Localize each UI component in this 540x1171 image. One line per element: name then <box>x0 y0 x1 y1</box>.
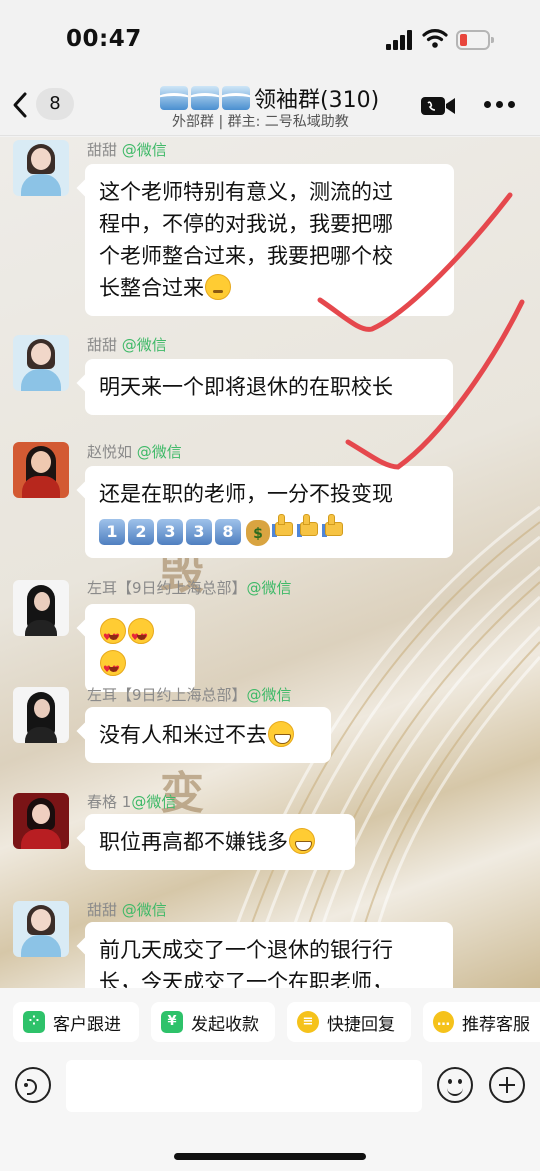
start-payment-button[interactable]: ¥ 发起收款 <box>151 1002 275 1042</box>
message-text-line: 没有人和米过不去 <box>99 719 317 751</box>
wifi-icon <box>422 29 448 48</box>
sender-name: 甜甜 @微信 <box>87 141 167 159</box>
message-text-line: 个老师整合过来，我要把哪个校 <box>99 244 393 268</box>
quick-action-toolbar: ⁘ 客户跟进 ¥ 发起收款 ≡ 快捷回复 … 推荐客服 <box>0 988 540 1058</box>
message-input-bar <box>0 1058 540 1171</box>
message-bubble[interactable] <box>85 604 195 692</box>
sender-name: 左耳【9日约上海总部】@微信 <box>87 686 292 704</box>
group-title: 领袖群(310) <box>254 88 380 113</box>
message-text-line: 职位再高都不嫌钱多 <box>99 826 341 858</box>
keycap-digit-icon: 8 <box>215 519 241 545</box>
keycap-digit-icon: 1 <box>99 519 125 545</box>
more-options-icon[interactable] <box>484 101 516 109</box>
clock-time: 00:47 <box>66 26 142 52</box>
thinking-face-emoji-icon <box>205 274 231 300</box>
cellular-signal-icon <box>386 30 416 50</box>
keycap-digit-icon: 2 <box>128 519 154 545</box>
sender-name: 春格 1@微信 <box>87 793 177 811</box>
money-bag-icon: $ <box>246 520 270 546</box>
message-text-line: 长，今天成交了一个在职老师， <box>99 970 393 988</box>
recommend-service-button[interactable]: … 推荐客服 <box>423 1002 540 1042</box>
avatar[interactable] <box>13 793 69 849</box>
sender-name: 甜甜 @微信 <box>87 336 167 354</box>
avatar[interactable] <box>13 687 69 743</box>
message-bubble[interactable]: 没有人和米过不去 <box>85 707 331 763</box>
message-text-line: 还是在职的老师，一分不投变现 <box>99 482 393 506</box>
message-text-line: 程中，不停的对我说，我要把哪 <box>99 212 393 236</box>
group-subtitle: 外部群 | 群主: 二号私域助教 <box>172 114 349 130</box>
keycap-digit-icon: 3 <box>157 519 183 545</box>
grinning-face-emoji-icon <box>289 828 315 854</box>
thumbs-up-icon <box>272 512 296 538</box>
heart-eyes-emoji-icon <box>128 618 154 654</box>
chip-label: 推荐客服 <box>462 1014 530 1035</box>
grinning-face-emoji-icon <box>268 721 294 747</box>
quick-reply-button[interactable]: ≡ 快捷回复 <box>287 1002 411 1042</box>
chip-label: 快捷回复 <box>327 1014 395 1035</box>
customer-follow-up-icon: ⁘ <box>23 1011 45 1033</box>
chat-bubble-icon: … <box>433 1011 454 1033</box>
message-bubble[interactable]: 还是在职的老师，一分不投变现 1 2 3 3 8 $ <box>85 466 453 558</box>
voice-input-icon[interactable] <box>15 1067 51 1103</box>
unread-count-badge[interactable]: 8 <box>36 88 74 120</box>
back-arrow-icon[interactable] <box>10 90 30 120</box>
customer-follow-up-button[interactable]: ⁘ 客户跟进 <box>13 1002 139 1042</box>
avatar[interactable] <box>13 901 69 957</box>
message-bubble[interactable]: 明天来一个即将退休的在职校长 <box>85 359 453 415</box>
message-bubble[interactable]: 职位再高都不嫌钱多 <box>85 814 355 870</box>
message-text-line: 明天来一个即将退休的在职校长 <box>99 375 393 399</box>
avatar[interactable] <box>13 140 69 196</box>
message-bubble[interactable]: 前几天成交了一个退休的银行行 长，今天成交了一个在职老师， <box>85 922 453 988</box>
chat-message-list[interactable]: 毁 变 甜甜 @微信 这个老师特别有意义，测流的过 程中，不停的对我说，我要把哪… <box>0 137 540 988</box>
sender-name: 左耳【9日约上海总部】@微信 <box>87 579 292 597</box>
home-indicator[interactable] <box>174 1153 366 1160</box>
wave-emoji-icon <box>160 86 250 110</box>
avatar[interactable] <box>13 580 69 636</box>
message-input[interactable] <box>66 1060 422 1112</box>
video-call-icon[interactable] <box>420 94 456 118</box>
avatar[interactable] <box>13 335 69 391</box>
chat-bubble-icon: ≡ <box>297 1011 319 1033</box>
message-bubble[interactable]: 这个老师特别有意义，测流的过 程中，不停的对我说，我要把哪 个老师整合过来，我要… <box>85 164 454 316</box>
keycap-digit-icon: 3 <box>186 519 212 545</box>
heart-eyes-emoji-icon <box>100 650 126 686</box>
emoji-picker-icon[interactable] <box>437 1067 473 1103</box>
message-text-line: 这个老师特别有意义，测流的过 <box>99 180 393 204</box>
avatar[interactable] <box>13 442 69 498</box>
emoji-row: 1 2 3 3 8 $ <box>99 510 439 546</box>
status-bar: 00:47 <box>0 0 540 78</box>
chip-label: 发起收款 <box>191 1014 259 1035</box>
heart-eyes-emoji-icon <box>100 618 126 654</box>
chip-label: 客户跟进 <box>53 1014 121 1035</box>
message-text-line: 长整合过来 <box>99 272 440 304</box>
thumbs-up-icon <box>297 512 321 538</box>
battery-icon <box>456 30 494 50</box>
add-attachment-icon[interactable] <box>489 1067 525 1103</box>
message-text-line: 前几天成交了一个退休的银行行 <box>99 938 393 962</box>
sender-name: 赵悦如 @微信 <box>87 443 182 461</box>
yuan-payment-icon: ¥ <box>161 1011 183 1033</box>
sender-name: 甜甜 @微信 <box>87 901 167 919</box>
chat-header: 8 领袖群(310) 外部群 | 群主: 二号私域助教 <box>0 78 540 136</box>
thumbs-up-icon <box>322 512 346 538</box>
